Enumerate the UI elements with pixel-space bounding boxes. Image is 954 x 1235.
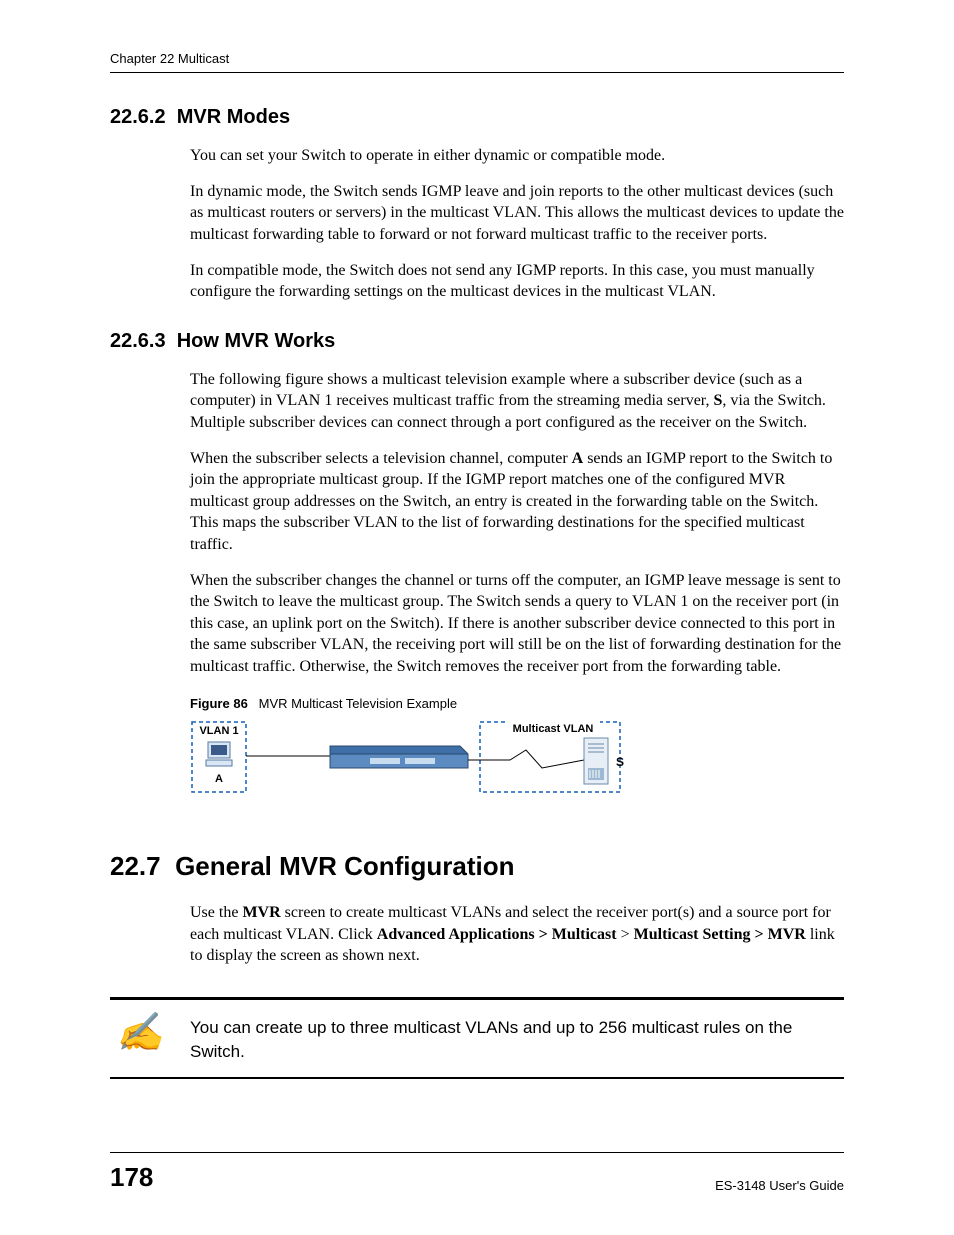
paragraph: In dynamic mode, the Switch sends IGMP l… xyxy=(190,181,844,246)
figure-number: Figure 86 xyxy=(190,696,248,711)
section-title: MVR Modes xyxy=(177,106,290,128)
paragraph: You can set your Switch to operate in ei… xyxy=(190,145,844,167)
section-heading-how-mvr-works: 22.6.3 How MVR Works xyxy=(110,327,844,355)
s-label: S xyxy=(616,755,624,769)
note-icon: ✍ xyxy=(110,1010,170,1052)
paragraph: When the subscriber changes the channel … xyxy=(190,570,844,678)
figure-title: MVR Multicast Television Example xyxy=(259,696,457,711)
chapter-label: Chapter 22 Multicast xyxy=(110,51,229,66)
section-heading-general-mvr-config: 22.7 General MVR Configuration xyxy=(110,848,844,884)
note-text: You can create up to three multicast VLA… xyxy=(190,1010,844,1064)
paragraph: When the subscriber selects a television… xyxy=(190,448,844,556)
paragraph: In compatible mode, the Switch does not … xyxy=(190,260,844,303)
guide-label: ES-3148 User's Guide xyxy=(715,1177,844,1195)
section-heading-mvr-modes: 22.6.2 MVR Modes xyxy=(110,103,844,131)
section-number: 22.6.3 xyxy=(110,330,166,352)
a-label: A xyxy=(215,773,223,785)
figure-caption: Figure 86 MVR Multicast Television Examp… xyxy=(190,695,844,713)
section-number: 22.6.2 xyxy=(110,106,166,128)
paragraph: Use the MVR screen to create multicast V… xyxy=(190,902,844,967)
note-block: ✍ You can create up to three multicast V… xyxy=(110,997,844,1080)
mvlan-label: Multicast VLAN xyxy=(513,723,594,735)
section-number: 22.7 xyxy=(110,851,161,881)
paragraph: The following figure shows a multicast t… xyxy=(190,369,844,434)
figure-diagram: VLAN 1 A Multicast VLAN S xyxy=(190,720,844,800)
section-title: General MVR Configuration xyxy=(175,851,514,881)
vlan1-label: VLAN 1 xyxy=(199,725,238,737)
section-title: How MVR Works xyxy=(177,330,336,352)
note-rule-bottom xyxy=(110,1077,844,1079)
page-footer: 178 ES-3148 User's Guide xyxy=(110,1152,844,1195)
page-header: Chapter 22 Multicast xyxy=(110,50,844,73)
page-number: 178 xyxy=(110,1159,153,1195)
note-rule-top xyxy=(110,997,844,1000)
